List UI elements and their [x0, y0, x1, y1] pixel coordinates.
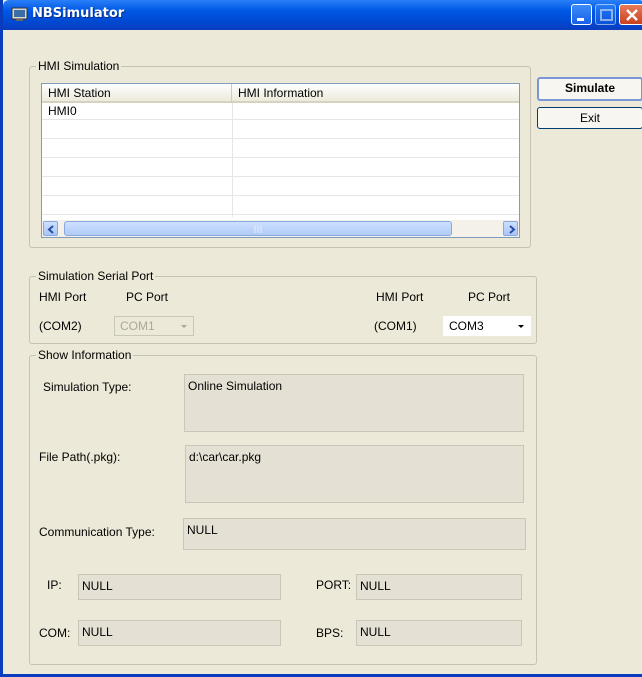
scroll-thumb[interactable] [64, 221, 452, 236]
main-window: NBSimulator HMI Simulation HMI Station H… [0, 0, 642, 677]
close-icon [626, 9, 638, 21]
simulate-button[interactable]: Simulate [537, 77, 642, 101]
table-row[interactable]: HMI0 [42, 103, 519, 120]
bps-label: BPS: [316, 626, 344, 640]
left-hmi-port-label: HMI Port [39, 290, 87, 304]
left-pc-port-select: COM1 [114, 316, 194, 336]
close-button[interactable] [619, 4, 642, 25]
right-hmi-port-label: HMI Port [376, 290, 424, 304]
window-title: NBSimulator [32, 6, 125, 21]
list-header: HMI Station HMI Information [42, 84, 519, 103]
table-row-empty [42, 198, 519, 215]
exit-button[interactable]: Exit [537, 107, 642, 129]
serial-port-title: Simulation Serial Port [36, 269, 156, 283]
show-information-title: Show Information [36, 348, 134, 362]
bps-field: NULL [356, 620, 522, 646]
horizontal-scrollbar[interactable] [42, 220, 519, 237]
table-row-empty [42, 160, 519, 177]
com-label: COM: [39, 626, 71, 640]
scroll-left-icon [47, 225, 54, 234]
file-path-value: d:\car\car.pkg [189, 450, 262, 464]
com-field: NULL [78, 620, 281, 646]
left-pc-port-selected: COM1 [120, 319, 155, 333]
right-pc-port-label: PC Port [468, 290, 511, 304]
hmi-simulation-title: HMI Simulation [36, 59, 122, 73]
hmi-station-cell: HMI0 [48, 104, 77, 118]
communication-type-value: NULL [187, 523, 218, 537]
column-divider [232, 103, 233, 217]
left-hmi-port-value: (COM2) [39, 319, 82, 333]
maximize-icon [600, 9, 613, 21]
left-pc-port-label: PC Port [126, 290, 169, 304]
minimize-button[interactable] [571, 4, 592, 25]
dropdown-arrow-icon [181, 325, 187, 328]
app-icon [11, 7, 28, 21]
simulation-type-value: Online Simulation [188, 379, 283, 393]
right-pc-port-selected: COM3 [449, 319, 484, 333]
scroll-right-button[interactable] [503, 221, 518, 236]
table-row-empty [42, 179, 519, 196]
right-pc-port-select[interactable]: COM3 [443, 316, 531, 336]
column-hmi-station[interactable]: HMI Station [42, 84, 232, 103]
minimize-icon [577, 18, 584, 21]
bps-value: NULL [360, 625, 391, 639]
ip-value: NULL [82, 579, 113, 593]
column-hmi-information[interactable]: HMI Information [232, 84, 519, 103]
simulation-type-label: Simulation Type: [43, 380, 132, 394]
communication-type-field: NULL [183, 518, 526, 550]
ip-label: IP: [47, 578, 62, 592]
simulation-type-field: Online Simulation [184, 374, 524, 432]
hmi-information-cell [232, 103, 519, 120]
table-row-empty [42, 122, 519, 139]
com-value: NULL [82, 625, 113, 639]
scroll-grip-icon [254, 226, 262, 233]
file-path-label: File Path(.pkg): [39, 450, 121, 464]
scroll-right-icon [509, 225, 516, 234]
communication-type-label: Communication Type: [39, 525, 155, 539]
right-hmi-port-value: (COM1) [374, 319, 417, 333]
table-row-empty [42, 141, 519, 158]
maximize-button[interactable] [595, 4, 616, 25]
port-field: NULL [356, 574, 522, 600]
dropdown-arrow-icon [518, 325, 524, 328]
title-bar[interactable]: NBSimulator [3, 0, 642, 30]
port-value: NULL [360, 579, 391, 593]
ip-field: NULL [78, 574, 281, 600]
scroll-left-button[interactable] [43, 221, 58, 236]
file-path-field: d:\car\car.pkg [185, 445, 524, 503]
port-label: PORT: [316, 578, 352, 592]
hmi-station-list[interactable]: HMI Station HMI Information HMI0 [41, 83, 520, 238]
